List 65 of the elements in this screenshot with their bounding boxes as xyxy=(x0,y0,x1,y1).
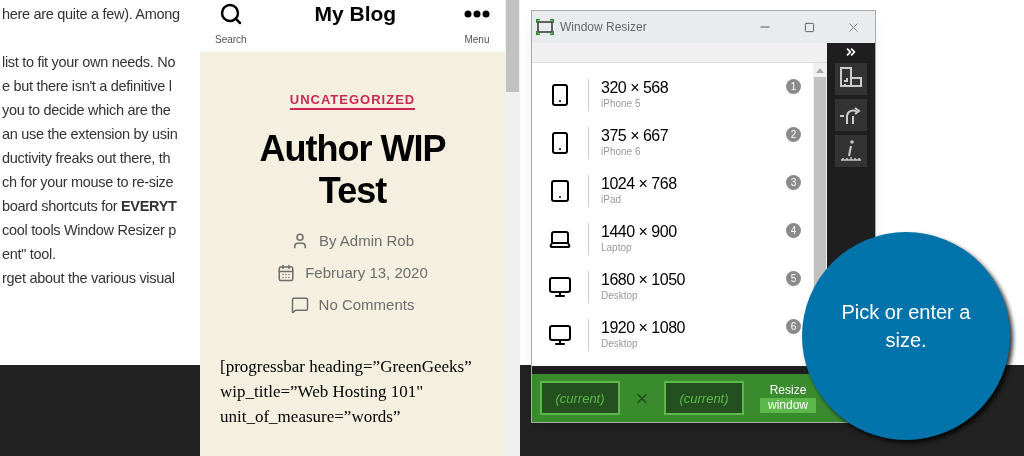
window-title: Window Resizer xyxy=(560,19,648,36)
shortcut-badge: 1 xyxy=(786,79,801,94)
article-text: board shortcuts for EVERYT xyxy=(2,197,177,216)
post-meta: By Admin Rob xyxy=(318,231,414,251)
width-field[interactable]: (current) xyxy=(540,381,620,415)
search-icon xyxy=(218,2,243,26)
expand-icon[interactable] xyxy=(844,45,858,59)
scrollbar[interactable] xyxy=(505,0,520,456)
preset-device: Desktop xyxy=(601,337,639,351)
article-text: ductivity freaks out there, th xyxy=(2,149,171,168)
preset-size: 375 × 667 xyxy=(601,127,670,145)
calendar-icon xyxy=(277,264,296,282)
preset-device: iPad xyxy=(601,193,622,207)
more-icon xyxy=(464,10,490,18)
scroll-up-icon xyxy=(816,67,824,73)
preset-size: 1024 × 768 xyxy=(601,175,678,193)
article-text: list to fit your own needs. No xyxy=(2,53,176,72)
preset-item[interactable]: 375 × 667 iPhone 6 2 xyxy=(532,119,813,167)
post-text: [progressbar heading=”GreenGeeks” xyxy=(220,356,472,378)
article-text: here are quite a few). Among xyxy=(2,5,180,24)
post-text: unit_of_measure=”words” xyxy=(220,406,402,428)
post-title: Author WIP Test xyxy=(258,128,447,212)
shortcut-button[interactable] xyxy=(835,99,867,131)
ruler-info-icon xyxy=(838,138,864,164)
preset-size: 1920 × 1080 xyxy=(601,319,686,337)
comment-icon xyxy=(290,296,309,314)
article-text: ch for your mouse to re-size xyxy=(2,173,174,192)
post-meta: February 13, 2020 xyxy=(305,263,428,283)
preset-device: iPhone 6 xyxy=(601,145,642,159)
article-text: you to decide which are the xyxy=(2,101,171,120)
rotate-button[interactable] xyxy=(835,63,867,95)
preset-device: Laptop xyxy=(601,241,633,255)
shortcut-badge: 6 xyxy=(786,319,801,334)
preset-item[interactable]: 320 × 568 iPhone 5 1 xyxy=(532,71,813,119)
shortcut-badge: 3 xyxy=(786,175,801,190)
preset-device: iPhone 5 xyxy=(601,97,642,111)
post-meta: No Comments xyxy=(318,295,415,315)
preset-item[interactable]: 1024 × 768 iPad 3 xyxy=(532,167,813,215)
menu-button[interactable]: Menu xyxy=(464,2,490,47)
height-field[interactable]: (current) xyxy=(664,381,744,415)
article-text: e but there isn't a definitive l xyxy=(2,77,172,96)
app-icon xyxy=(536,19,554,35)
times-sign: × xyxy=(634,384,650,413)
callout-text: Pick or enter a size. xyxy=(840,300,972,353)
preset-size: 1440 × 900 xyxy=(601,223,678,241)
article-text: cool tools Window Resizer p xyxy=(2,221,177,240)
preset-item[interactable]: 1440 × 900 Laptop 4 xyxy=(532,215,813,263)
site-title: My Blog xyxy=(314,2,397,26)
preset-size: 1680 × 1050 xyxy=(601,271,686,289)
preset-device: Desktop xyxy=(601,289,639,303)
article-text: an use the extension by usin xyxy=(2,125,178,144)
maximize-icon xyxy=(803,21,815,33)
info-button[interactable] xyxy=(835,135,867,167)
shortcut-badge: 4 xyxy=(786,223,801,238)
article-text: rget about the various visual xyxy=(2,269,175,288)
search-button[interactable]: Search xyxy=(215,2,247,47)
preset-size: 320 × 568 xyxy=(601,79,670,97)
post-text: wip_title=”Web Hosting 101" xyxy=(220,381,425,403)
tablet-icon xyxy=(548,179,572,203)
shortcut-badge: 5 xyxy=(786,271,801,286)
article-text: ent" tool. xyxy=(2,245,56,264)
shortcut-badge: 2 xyxy=(786,127,801,142)
monitor-icon xyxy=(548,323,572,347)
category-link[interactable]: UNCATEGORIZED xyxy=(289,92,416,110)
monitor-icon xyxy=(548,275,572,299)
